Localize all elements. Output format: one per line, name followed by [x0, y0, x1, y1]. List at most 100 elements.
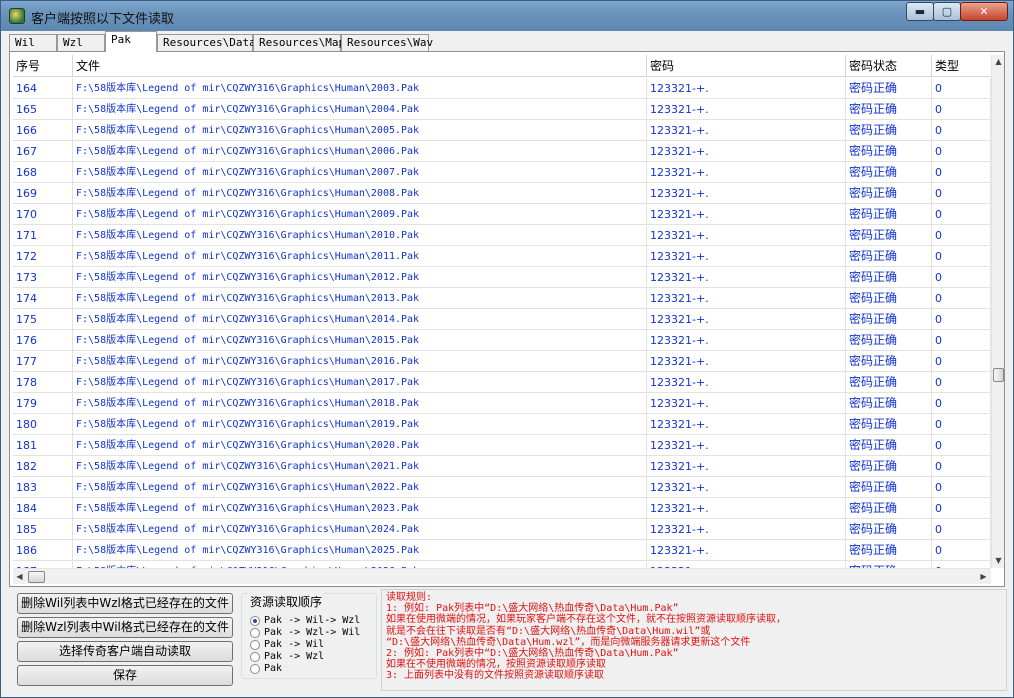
table-row[interactable]: 177 F:\58版本库\Legend of mir\CQZWY316\Graph…: [13, 351, 991, 372]
row-index: 185: [13, 519, 73, 540]
table-row[interactable]: 183 F:\58版本库\Legend of mir\CQZWY316\Graph…: [13, 477, 991, 498]
table-row[interactable]: 167 F:\58版本库\Legend of mir\CQZWY316\Graph…: [13, 141, 991, 162]
column-header-index[interactable]: 序号: [13, 55, 73, 77]
row-index: 171: [13, 225, 73, 246]
tab-wil[interactable]: Wil: [9, 34, 57, 52]
row-password: 123321-+.: [647, 519, 846, 540]
read-order-option[interactable]: Pak -> Wil-> Wzl: [250, 615, 360, 627]
scroll-down-icon[interactable]: ▼: [992, 554, 1005, 568]
tab-wzl[interactable]: Wzl: [57, 34, 105, 52]
radio-button[interactable]: [250, 664, 260, 674]
read-order-option-label: Pak: [264, 663, 283, 674]
table-row[interactable]: 170 F:\58版本库\Legend of mir\CQZWY316\Graph…: [13, 204, 991, 225]
read-order-option[interactable]: Pak: [250, 663, 360, 675]
radio-button[interactable]: [250, 652, 260, 662]
radio-button[interactable]: [250, 628, 260, 638]
column-header-status[interactable]: 密码状态: [846, 55, 932, 77]
auto-read-client-button[interactable]: 选择传奇客户端自动读取: [17, 641, 233, 662]
table-row[interactable]: 165 F:\58版本库\Legend of mir\CQZWY316\Graph…: [13, 99, 991, 120]
row-file: F:\58版本库\Legend of mir\CQZWY316\Graphics…: [73, 246, 647, 267]
read-order-option[interactable]: Pak -> Wil: [250, 639, 360, 651]
table-row[interactable]: 173 F:\58版本库\Legend of mir\CQZWY316\Graph…: [13, 267, 991, 288]
read-order-option[interactable]: Pak -> Wzl: [250, 651, 360, 663]
horizontal-scroll-thumb[interactable]: [28, 571, 45, 583]
row-file: F:\58版本库\Legend of mir\CQZWY316\Graphics…: [73, 99, 647, 120]
column-header-type[interactable]: 类型: [932, 55, 991, 77]
row-file: F:\58版本库\Legend of mir\CQZWY316\Graphics…: [73, 540, 647, 561]
minimize-icon[interactable]: ▬: [906, 2, 934, 21]
rule-line: 2: 例如: Pak列表中“D:\盛大网络\热血传奇\Data\Hum.Pak”: [386, 648, 679, 660]
row-password: 123321-+.: [647, 456, 846, 477]
row-password: 123321-+.: [647, 225, 846, 246]
radio-button[interactable]: [250, 616, 260, 626]
table-row[interactable]: 176 F:\58版本库\Legend of mir\CQZWY316\Graph…: [13, 330, 991, 351]
tab-pak[interactable]: Pak: [105, 31, 157, 52]
save-button[interactable]: 保存: [17, 665, 233, 686]
row-index: 177: [13, 351, 73, 372]
row-index: 170: [13, 204, 73, 225]
table-row[interactable]: 168 F:\58版本库\Legend of mir\CQZWY316\Graph…: [13, 162, 991, 183]
table-row[interactable]: 166 F:\58版本库\Legend of mir\CQZWY316\Graph…: [13, 120, 991, 141]
scroll-right-icon[interactable]: ▶: [977, 570, 990, 584]
table-row[interactable]: 181 F:\58版本库\Legend of mir\CQZWY316\Graph…: [13, 435, 991, 456]
row-index: 179: [13, 393, 73, 414]
read-order-option-label: Pak -> Wil-> Wzl: [264, 615, 361, 626]
row-index: 187: [13, 561, 73, 568]
radio-button[interactable]: [250, 640, 260, 650]
table-row[interactable]: 185 F:\58版本库\Legend of mir\CQZWY316\Graph…: [13, 519, 991, 540]
table-row[interactable]: 178 F:\58版本库\Legend of mir\CQZWY316\Graph…: [13, 372, 991, 393]
table-row[interactable]: 169 F:\58版本库\Legend of mir\CQZWY316\Graph…: [13, 183, 991, 204]
title-bar[interactable]: 客户端按照以下文件读取 ▬ ▢ ✕: [1, 1, 1013, 31]
row-type: 0: [932, 498, 991, 519]
scroll-left-icon[interactable]: ◀: [13, 570, 26, 584]
row-password: 123321-+.: [647, 246, 846, 267]
scroll-up-icon[interactable]: ▲: [992, 55, 1005, 69]
row-file: F:\58版本库\Legend of mir\CQZWY316\Graphics…: [73, 498, 647, 519]
row-type: 0: [932, 372, 991, 393]
row-password: 123321-+.: [647, 120, 846, 141]
row-index: 174: [13, 288, 73, 309]
tab-resources-map[interactable]: Resources\Map: [253, 34, 345, 52]
delete-wil-duplicates-button[interactable]: 删除Wil列表中Wzl格式已经存在的文件: [17, 593, 233, 614]
row-status: 密码正确: [846, 141, 932, 162]
file-list[interactable]: 序号 文件 密码 密码状态 类型 164 F:\58版本库\Legend of m…: [13, 55, 991, 568]
tab-resources-wav[interactable]: Resources\Wav: [341, 34, 433, 52]
table-row[interactable]: 179 F:\58版本库\Legend of mir\CQZWY316\Graph…: [13, 393, 991, 414]
row-status: 密码正确: [846, 267, 932, 288]
main-window: 客户端按照以下文件读取 ▬ ▢ ✕ Wil Wzl Pak Resources\…: [0, 0, 1014, 698]
table-row[interactable]: 180 F:\58版本库\Legend of mir\CQZWY316\Graph…: [13, 414, 991, 435]
row-type: 0: [932, 456, 991, 477]
tab-resources-data[interactable]: Resources\Data: [157, 34, 256, 52]
column-header-file[interactable]: 文件: [73, 55, 647, 77]
close-icon[interactable]: ✕: [960, 2, 1008, 21]
row-status: 密码正确: [846, 393, 932, 414]
table-row[interactable]: 182 F:\58版本库\Legend of mir\CQZWY316\Graph…: [13, 456, 991, 477]
column-header-password[interactable]: 密码: [647, 55, 846, 77]
table-row[interactable]: 184 F:\58版本库\Legend of mir\CQZWY316\Graph…: [13, 498, 991, 519]
window-title: 客户端按照以下文件读取: [31, 12, 175, 27]
table-row[interactable]: 171 F:\58版本库\Legend of mir\CQZWY316\Graph…: [13, 225, 991, 246]
row-status: 密码正确: [846, 288, 932, 309]
table-row[interactable]: 172 F:\58版本库\Legend of mir\CQZWY316\Graph…: [13, 246, 991, 267]
table-row[interactable]: 187F:\58版本库\Legend of mir\CQZWY316\Graph…: [13, 561, 991, 568]
row-status: 密码正确: [846, 477, 932, 498]
row-type: 0: [932, 162, 991, 183]
table-row[interactable]: 186 F:\58版本库\Legend of mir\CQZWY316\Graph…: [13, 540, 991, 561]
read-rules-text: 读取规则: 1: 例如: Pak列表中“D:\盛大网络\热血传奇\Data\Hum…: [381, 589, 1007, 691]
vertical-scroll-thumb[interactable]: [993, 368, 1004, 382]
row-index: 173: [13, 267, 73, 288]
horizontal-scrollbar[interactable]: ◀ ▶: [13, 568, 991, 584]
table-row[interactable]: 164 F:\58版本库\Legend of mir\CQZWY316\Graph…: [13, 78, 991, 99]
row-file: F:\58版本库\Legend of mir\CQZWY316\Graphics…: [73, 120, 647, 141]
row-index: 176: [13, 330, 73, 351]
read-order-option[interactable]: Pak -> Wzl-> Wil: [250, 627, 360, 639]
maximize-icon[interactable]: ▢: [933, 2, 961, 21]
delete-wzl-duplicates-button[interactable]: 删除Wzl列表中Wil格式已经存在的文件: [17, 617, 233, 638]
vertical-scrollbar[interactable]: ▲ ▼: [991, 55, 1004, 568]
table-row[interactable]: 174 F:\58版本库\Legend of mir\CQZWY316\Graph…: [13, 288, 991, 309]
row-status: 密码正确: [846, 162, 932, 183]
table-row[interactable]: 175 F:\58版本库\Legend of mir\CQZWY316\Graph…: [13, 309, 991, 330]
row-index: 186: [13, 540, 73, 561]
row-password: 123321-+.: [647, 78, 846, 99]
row-status: 密码正确: [846, 456, 932, 477]
